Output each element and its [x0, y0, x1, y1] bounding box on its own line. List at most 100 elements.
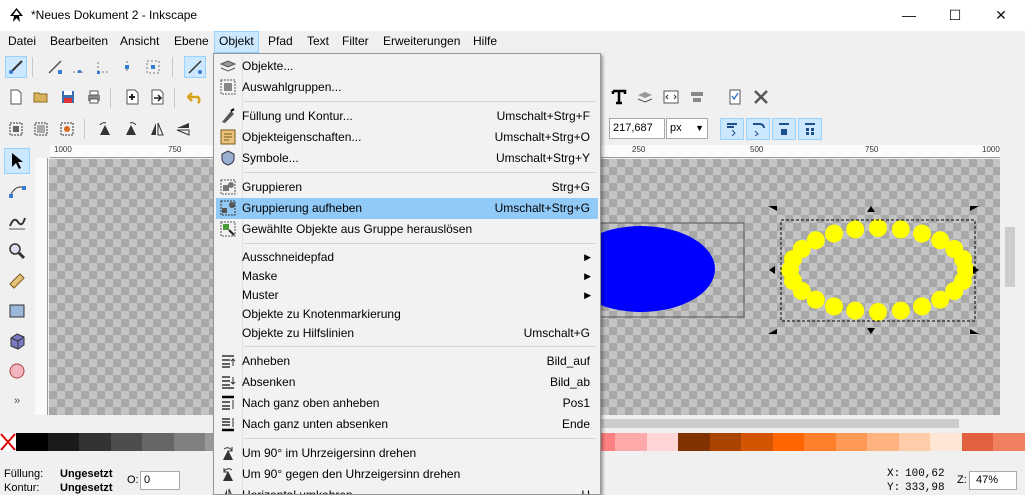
color-swatch[interactable] [804, 433, 836, 451]
menu-ebene[interactable]: Ebene [170, 31, 213, 53]
menu-hilfe[interactable]: Hilfe [469, 31, 501, 53]
save-button[interactable] [57, 86, 79, 108]
document-properties-button[interactable] [724, 86, 746, 108]
open-button[interactable] [30, 86, 52, 108]
close-button[interactable]: ✕ [978, 0, 1024, 31]
preferences-button[interactable] [750, 86, 772, 108]
move-gradients-button[interactable] [772, 118, 796, 140]
snap-bbox-button[interactable] [44, 56, 66, 78]
color-swatch[interactable] [835, 433, 868, 451]
menu-item-rotate-cw[interactable]: Um 90° im Uhrzeigersinn drehen [216, 443, 598, 464]
flip-horizontal-toolbar-button[interactable] [146, 118, 168, 140]
color-swatch[interactable] [772, 433, 805, 451]
menu-item-muster[interactable]: Muster ▶ [216, 285, 598, 306]
menu-item-nach-ganz-unten[interactable]: Nach ganz unten absenken Ende [216, 414, 598, 435]
menu-item-symbole[interactable]: Symbole... Umschalt+Strg+Y [216, 148, 598, 169]
ellipse-tool[interactable] [4, 358, 30, 384]
flip-vertical-toolbar-button[interactable] [172, 118, 194, 140]
minimize-button[interactable]: — [886, 0, 932, 31]
export-button[interactable] [146, 86, 168, 108]
color-swatch[interactable] [47, 433, 80, 451]
color-swatch[interactable] [930, 433, 962, 451]
color-swatch[interactable] [867, 433, 899, 451]
rectangle-tool[interactable] [4, 298, 30, 324]
menu-item-absenken[interactable]: Absenken Bild_ab [216, 372, 598, 393]
color-swatch[interactable] [646, 433, 679, 451]
print-button[interactable] [83, 86, 105, 108]
zoom-tool[interactable] [4, 238, 30, 264]
no-paint-swatch[interactable] [0, 433, 16, 451]
snap-nodes-button[interactable] [184, 56, 206, 78]
scroll-thumb[interactable] [1005, 227, 1015, 287]
color-swatch[interactable] [173, 433, 206, 451]
color-swatch[interactable] [709, 433, 742, 451]
snap-toggle-button[interactable] [5, 56, 27, 78]
menu-objekt[interactable]: Objekt [214, 31, 259, 53]
3d-box-tool[interactable] [4, 328, 30, 354]
text-tool-button[interactable] [608, 86, 630, 108]
menu-pfad[interactable]: Pfad [264, 31, 297, 53]
color-swatch[interactable] [79, 433, 111, 451]
color-swatch[interactable] [898, 433, 931, 451]
align-distribute-button[interactable] [686, 86, 708, 108]
select-all-layers-button[interactable] [30, 118, 52, 140]
color-swatch[interactable] [741, 433, 773, 451]
menu-item-objekte-zu-knotenmarkierung[interactable]: Objekte zu Knotenmarkierung [216, 304, 598, 325]
snap-bbox-corner-button[interactable] [92, 56, 114, 78]
rotate-cw-toolbar-button[interactable] [120, 118, 142, 140]
vertical-scrollbar[interactable] [1001, 145, 1019, 415]
menu-ansicht[interactable]: Ansicht [116, 31, 163, 53]
color-swatch[interactable] [615, 433, 647, 451]
undo-button[interactable] [184, 86, 206, 108]
select-all-button[interactable] [5, 118, 27, 140]
menu-item-gruppieren[interactable]: Gruppieren Strg+G [216, 177, 598, 198]
color-swatch[interactable] [110, 433, 143, 451]
menu-bearbeiten[interactable]: Bearbeiten [46, 31, 112, 53]
color-swatch[interactable] [16, 433, 48, 451]
maximize-button[interactable]: ☐ [932, 0, 978, 31]
rotate-ccw-toolbar-button[interactable] [94, 118, 116, 140]
menu-filter[interactable]: Filter [338, 31, 373, 53]
width-field[interactable]: 217,687 [609, 118, 665, 139]
menu-item-gruppierung-aufheben[interactable]: Gruppierung aufheben Umschalt+Strg+G [216, 198, 598, 219]
menu-item-ausschneidepfad[interactable]: Ausschneidepfad ▶ [216, 247, 598, 268]
zoom-field[interactable]: 47% [969, 471, 1017, 490]
scale-stroke-button[interactable] [720, 118, 744, 140]
selector-tool[interactable] [4, 148, 30, 174]
opacity-field[interactable]: 0 [140, 471, 180, 490]
menu-item-objekte[interactable]: Objekte... [216, 56, 598, 77]
unit-select[interactable]: px ▼ [666, 118, 708, 139]
snap-bbox-edge-button[interactable] [68, 56, 90, 78]
menu-item-objekte-zu-hilfslinien[interactable]: Objekte zu Hilfslinien Umschalt+G [216, 323, 598, 344]
new-document-button[interactable] [5, 86, 27, 108]
tweak-tool[interactable] [4, 208, 30, 234]
node-tool[interactable] [4, 178, 30, 204]
layers-button[interactable] [634, 86, 656, 108]
menu-erweiterungen[interactable]: Erweiterungen [379, 31, 464, 53]
menu-item-fuellung-kontur[interactable]: Füllung und Kontur... Umschalt+Strg+F [216, 106, 598, 127]
import-button[interactable] [121, 86, 143, 108]
snap-bbox-midpoint-button[interactable] [116, 56, 138, 78]
snap-center-button[interactable] [142, 56, 164, 78]
menu-item-horizontal-umkehren[interactable]: Horizontal umkehren H [216, 485, 598, 494]
menu-item-anheben[interactable]: Anheben Bild_auf [216, 351, 598, 372]
color-swatch[interactable] [678, 433, 710, 451]
menu-item-maske[interactable]: Maske ▶ [216, 266, 598, 287]
menu-item-nach-ganz-oben[interactable]: Nach ganz oben anheben Pos1 [216, 393, 598, 414]
stroke-value[interactable]: Ungesetzt [60, 482, 113, 494]
xml-editor-button[interactable] [660, 86, 682, 108]
move-patterns-button[interactable] [798, 118, 822, 140]
menu-item-objekteigenschaften[interactable]: Objekteigenschaften... Umschalt+Strg+O [216, 127, 598, 148]
measure-tool[interactable] [4, 268, 30, 294]
color-swatch[interactable] [961, 433, 994, 451]
menu-item-auswahlgruppen[interactable]: Auswahlgruppen... [216, 77, 598, 98]
more-tools-button[interactable]: » [4, 388, 30, 414]
menu-item-rotate-ccw[interactable]: Um 90° gegen den Uhrzeigersinn drehen [216, 464, 598, 485]
scale-corners-button[interactable] [746, 118, 770, 140]
invert-selection-button[interactable] [56, 118, 78, 140]
color-swatch[interactable] [993, 433, 1025, 451]
fill-value[interactable]: Ungesetzt [60, 468, 113, 480]
menu-item-aus-gruppe-herausloesen[interactable]: Gewählte Objekte aus Gruppe herauslösen [216, 219, 598, 240]
menu-text[interactable]: Text [303, 31, 333, 53]
color-swatch[interactable] [142, 433, 174, 451]
